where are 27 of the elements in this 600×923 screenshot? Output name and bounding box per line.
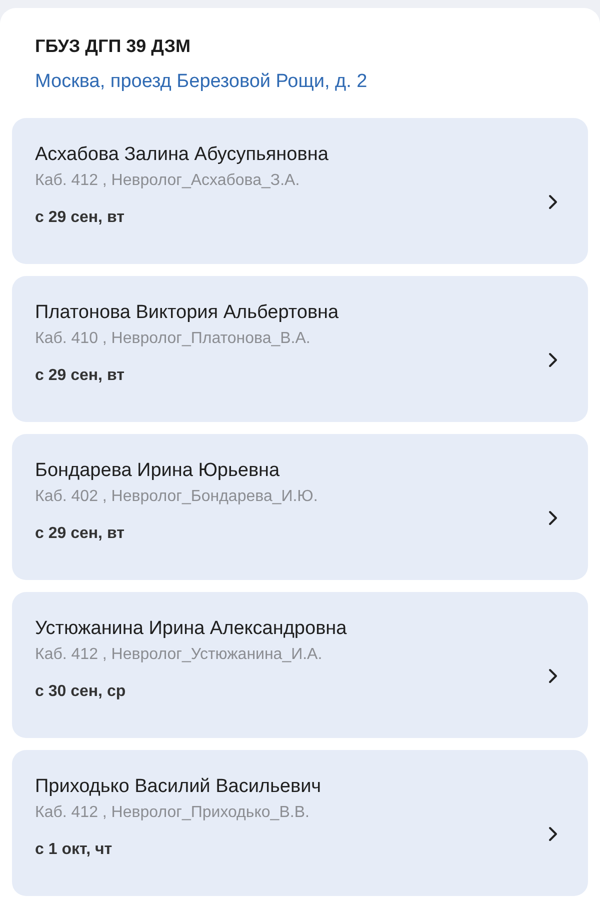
chevron-right-icon bbox=[548, 194, 558, 210]
chevron-right-icon bbox=[548, 352, 558, 368]
chevron-right-icon bbox=[548, 668, 558, 684]
doctor-room: Каб. 412 , Невролог_Устюжанина_И.А. bbox=[35, 646, 324, 664]
doctor-card[interactable]: Приходько Василий Васильевич Каб. 412 , Невролог_Приходько_В.В. с 1 окт, чт bbox=[12, 750, 588, 896]
doctor-card[interactable]: Асхабова Залина Абусупьяновна Каб. 412 , Невролог_Асхабова_З.А. с 29 сен, вт bbox=[12, 118, 588, 264]
doctor-room: Каб. 402 , Невролог_Бондарева_И.Ю. bbox=[35, 488, 318, 506]
doctor-name: Бондарева Ирина Юрьевна bbox=[35, 460, 281, 482]
doctor-room: Каб. 412 , Невролог_Приходько_В.В. bbox=[35, 804, 310, 822]
chevron-right-icon bbox=[548, 826, 558, 842]
doctor-name: Устюжанина Ирина Александровна bbox=[35, 618, 347, 640]
appointment-date: с 29 сен, вт bbox=[35, 367, 126, 385]
doctor-card[interactable]: Бондарева Ирина Юрьевна Каб. 402 , Невролог_Бондарева_И.Ю. с 29 сен, вт bbox=[12, 434, 588, 580]
doctor-card[interactable]: Платонова Виктория Альбертовна Каб. 410 , Невролог_Платонова_В.А. с 29 сен, вт bbox=[12, 276, 588, 422]
doctor-name: Асхабова Залина Абусупьяновна bbox=[35, 144, 328, 166]
doctor-card[interactable]: Устюжанина Ирина Александровна Каб. 412 , Невролог_Устюжанина_И.А. с 30 сен, ср bbox=[12, 592, 588, 738]
appointment-date: с 29 сен, вт bbox=[35, 209, 126, 227]
clinic-name: ГБУЗ ДГП 39 ДЗМ bbox=[34, 36, 192, 57]
appointment-date: с 29 сен, вт bbox=[35, 525, 126, 543]
chevron-right-icon bbox=[548, 510, 558, 526]
doctor-room: Каб. 410 , Невролог_Платонова_В.А. bbox=[35, 330, 312, 348]
doctor-room: Каб. 412 , Невролог_Асхабова_З.А. bbox=[35, 172, 301, 190]
doctor-name: Платонова Виктория Альбертовна bbox=[35, 302, 339, 324]
doctor-name: Приходько Василий Васильевич bbox=[35, 776, 322, 798]
appointment-date: с 1 окт, чт bbox=[35, 841, 114, 859]
appointment-date: с 30 сен, ср bbox=[35, 683, 127, 701]
clinic-address: Москва, проезд Березовой Рощи, д. 2 bbox=[34, 71, 368, 93]
